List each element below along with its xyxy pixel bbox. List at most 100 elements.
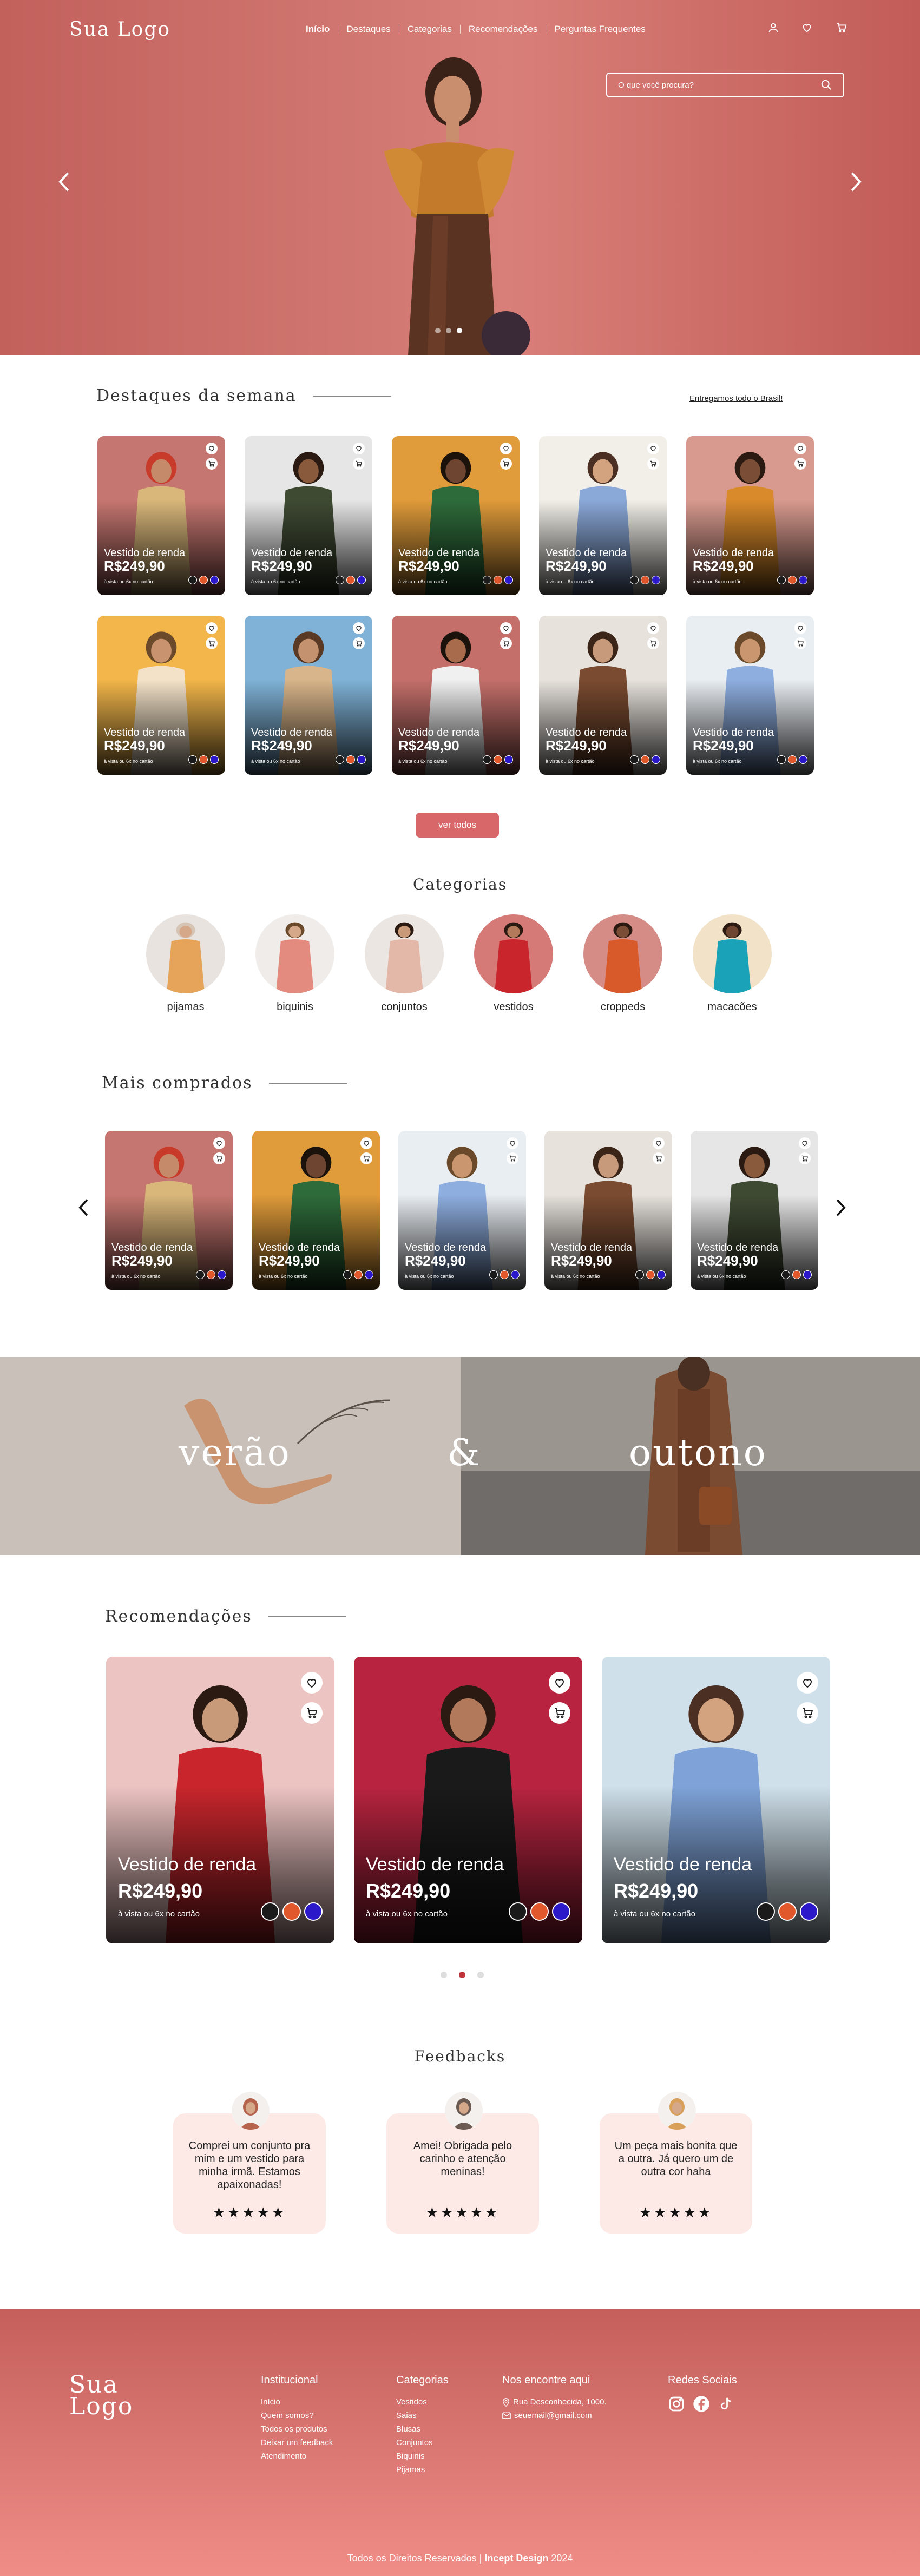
product-card[interactable]: Vestido de renda R$249,90 à vista ou 6x no… — [252, 1131, 380, 1290]
color-swatch[interactable] — [199, 755, 208, 764]
color-swatch[interactable] — [483, 576, 491, 584]
add-to-cart-button[interactable] — [794, 458, 806, 470]
footer-link[interactable]: Blusas — [396, 2422, 449, 2436]
favorite-button[interactable] — [206, 622, 218, 634]
product-card[interactable]: Vestido de renda R$249,90 à vista ou 6x no… — [97, 436, 225, 595]
favorite-button[interactable] — [206, 443, 218, 454]
color-swatch[interactable] — [652, 576, 660, 584]
recommendation-card[interactable]: Vestido de renda R$249,90 à vista ou 6x no… — [106, 1657, 334, 1943]
color-swatch[interactable] — [652, 755, 660, 764]
color-swatch[interactable] — [494, 576, 502, 584]
favorite-button[interactable] — [797, 1672, 818, 1694]
add-to-cart-button[interactable] — [799, 1152, 811, 1164]
favorite-button[interactable] — [353, 622, 365, 634]
footer-logo[interactable]: Sua Logo — [69, 2373, 133, 2419]
hero-dot-active[interactable] — [457, 328, 462, 333]
add-to-cart-button[interactable] — [797, 1702, 818, 1724]
add-to-cart-button[interactable] — [794, 637, 806, 649]
banner-verao[interactable]: verão — [0, 1357, 461, 1555]
color-swatch[interactable] — [800, 1902, 818, 1921]
rec-dot[interactable] — [477, 1972, 484, 1978]
favorite-button[interactable] — [353, 443, 365, 454]
favorite-button[interactable] — [647, 622, 659, 634]
color-swatch[interactable] — [188, 576, 197, 584]
color-swatch[interactable] — [788, 576, 797, 584]
color-swatch[interactable] — [777, 576, 786, 584]
nav-categorias[interactable]: Categorias — [399, 24, 460, 35]
copyright-brand[interactable]: Incept Design — [484, 2553, 548, 2564]
product-card[interactable]: Vestido de renda R$249,90 à vista ou 6x no… — [105, 1131, 233, 1290]
footer-link[interactable]: Atendimento — [261, 2449, 333, 2463]
color-swatch[interactable] — [343, 1270, 352, 1279]
favorite-button[interactable] — [360, 1137, 372, 1149]
footer-link[interactable]: Conjuntos — [396, 2436, 449, 2449]
category-croppeds[interactable]: croppeds — [582, 914, 663, 1013]
favorite-button[interactable] — [301, 1672, 323, 1694]
hero-next-arrow[interactable] — [847, 171, 864, 193]
color-swatch[interactable] — [777, 755, 786, 764]
color-swatch[interactable] — [346, 755, 355, 764]
color-swatch[interactable] — [657, 1270, 666, 1279]
color-swatch[interactable] — [500, 1270, 509, 1279]
carousel-prev-arrow[interactable] — [77, 1198, 91, 1217]
recommendation-card[interactable]: Vestido de renda R$249,90 à vista ou 6x no… — [602, 1657, 830, 1943]
add-to-cart-button[interactable] — [206, 458, 218, 470]
color-swatch[interactable] — [483, 755, 491, 764]
color-swatch[interactable] — [489, 1270, 498, 1279]
search-icon[interactable] — [820, 79, 832, 91]
color-swatch[interactable] — [504, 576, 513, 584]
footer-link[interactable]: Quem somos? — [261, 2409, 333, 2422]
color-swatch[interactable] — [365, 1270, 373, 1279]
product-card[interactable]: Vestido de renda R$249,90 à vista ou 6x no… — [686, 436, 814, 595]
color-swatch[interactable] — [218, 1270, 226, 1279]
color-swatch[interactable] — [799, 755, 807, 764]
color-swatch[interactable] — [630, 576, 639, 584]
color-swatch[interactable] — [788, 755, 797, 764]
favorite-button[interactable] — [213, 1137, 225, 1149]
color-swatch[interactable] — [207, 1270, 215, 1279]
color-swatch[interactable] — [799, 576, 807, 584]
color-swatch[interactable] — [494, 755, 502, 764]
nav-recomendacoes[interactable]: Recomendações — [461, 24, 546, 35]
product-card[interactable]: Vestido de renda R$249,90 à vista ou 6x no… — [686, 616, 814, 775]
nav-destaques[interactable]: Destaques — [338, 24, 398, 35]
footer-link[interactable]: Vestidos — [396, 2395, 449, 2409]
color-swatch[interactable] — [199, 576, 208, 584]
category-biquinis[interactable]: biquinis — [254, 914, 336, 1013]
color-swatch[interactable] — [336, 576, 344, 584]
add-to-cart-button[interactable] — [653, 1152, 665, 1164]
color-swatch[interactable] — [757, 1902, 775, 1921]
hero-dot[interactable] — [435, 328, 441, 333]
favorite-button[interactable] — [647, 443, 659, 454]
color-swatch[interactable] — [552, 1902, 570, 1921]
facebook-icon[interactable] — [693, 2395, 710, 2413]
color-swatch[interactable] — [210, 755, 219, 764]
footer-link[interactable]: Deixar um feedback — [261, 2436, 333, 2449]
favorite-button[interactable] — [653, 1137, 665, 1149]
shipping-link[interactable]: Entregamos todo o Brasil! — [689, 394, 783, 403]
cart-icon[interactable] — [836, 22, 847, 34]
color-swatch[interactable] — [635, 1270, 644, 1279]
color-swatch[interactable] — [282, 1902, 301, 1921]
heart-icon[interactable] — [801, 22, 813, 34]
favorite-button[interactable] — [500, 443, 512, 454]
color-swatch[interactable] — [357, 755, 366, 764]
favorite-button[interactable] — [500, 622, 512, 634]
add-to-cart-button[interactable] — [353, 458, 365, 470]
product-card[interactable]: Vestido de renda R$249,90 à vista ou 6x no… — [392, 616, 520, 775]
add-to-cart-button[interactable] — [500, 458, 512, 470]
carousel-next-arrow[interactable] — [833, 1198, 847, 1217]
rec-dot[interactable] — [441, 1972, 447, 1978]
footer-email-text[interactable]: seuemail@gmail.com — [514, 2409, 592, 2422]
footer-link[interactable]: Início — [261, 2395, 333, 2409]
add-to-cart-button[interactable] — [353, 637, 365, 649]
color-swatch[interactable] — [530, 1902, 549, 1921]
search-input[interactable]: O que você procura? — [618, 81, 820, 90]
product-card[interactable]: Vestido de renda R$249,90 à vista ou 6x no… — [544, 1131, 672, 1290]
tiktok-icon[interactable] — [718, 2395, 734, 2413]
add-to-cart-button[interactable] — [549, 1702, 570, 1724]
product-card[interactable]: Vestido de renda R$249,90 à vista ou 6x no… — [392, 436, 520, 595]
add-to-cart-button[interactable] — [206, 637, 218, 649]
product-card[interactable]: Vestido de renda R$249,90 à vista ou 6x no… — [398, 1131, 526, 1290]
rec-dot-active[interactable] — [459, 1972, 465, 1978]
